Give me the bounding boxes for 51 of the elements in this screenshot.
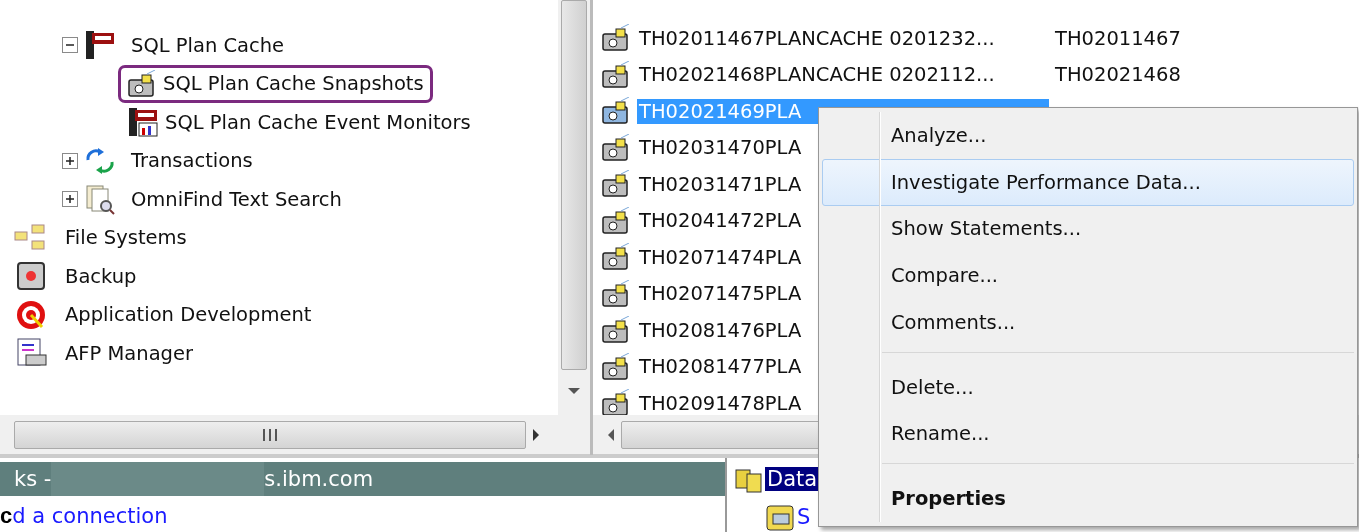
grip-icon bbox=[262, 428, 278, 441]
table-cell: TH02011467 bbox=[1055, 26, 1181, 50]
vertical-scrollbar[interactable] bbox=[558, 0, 590, 415]
camera-icon bbox=[601, 243, 631, 272]
down-arrow-icon[interactable] bbox=[567, 387, 581, 395]
cycle-arrows-icon bbox=[84, 145, 116, 176]
camera-icon bbox=[601, 316, 631, 345]
left-arrow-icon[interactable] bbox=[607, 427, 615, 442]
menu-item[interactable]: Comments... bbox=[822, 299, 1354, 346]
cut-letter: c bbox=[0, 503, 13, 529]
highlighted-tree-item[interactable]: SQL Plan Cache Snapshots bbox=[118, 64, 433, 103]
camera-icon bbox=[127, 69, 157, 98]
tree-item[interactable]: Backup bbox=[56, 259, 146, 293]
camera-icon bbox=[601, 352, 631, 381]
menu-item[interactable]: Compare... bbox=[822, 252, 1354, 300]
camera-icon bbox=[601, 389, 631, 415]
menu-item[interactable]: Rename... bbox=[822, 410, 1354, 458]
snapshot-name[interactable]: TH02021468PLANCACHE 0202112... bbox=[637, 62, 1049, 88]
camera-icon bbox=[601, 97, 631, 126]
menu-item[interactable]: Analyze... bbox=[822, 112, 1354, 159]
tree-item[interactable]: AFP Manager bbox=[56, 336, 202, 370]
camera-icon bbox=[601, 279, 631, 308]
menu-item[interactable]: Show Statements... bbox=[822, 205, 1354, 253]
tree-item[interactable]: Transactions bbox=[122, 144, 262, 178]
camera-icon bbox=[601, 60, 631, 89]
connection-link[interactable]: d a connection bbox=[12, 504, 168, 528]
camera-icon bbox=[601, 133, 631, 162]
horizontal-scrollbar[interactable] bbox=[0, 415, 590, 455]
tree-item[interactable]: SQL Plan Cache Event Monitors bbox=[118, 101, 480, 144]
snapshot-name[interactable]: TH02011467PLANCACHE 0201232... bbox=[637, 25, 1049, 51]
expand-icon[interactable] bbox=[62, 152, 78, 169]
camera-icon bbox=[601, 206, 631, 235]
panel-title: s.ibm.com bbox=[264, 467, 374, 491]
collapse-icon[interactable] bbox=[62, 37, 78, 54]
tree-link[interactable]: S bbox=[797, 505, 811, 529]
camera-icon bbox=[601, 170, 631, 199]
right-arrow-icon[interactable] bbox=[532, 427, 540, 442]
menu-item[interactable]: Properties bbox=[822, 475, 1354, 522]
table-cell: TH02021468 bbox=[1055, 63, 1181, 87]
tree-item[interactable]: OmniFind Text Search bbox=[122, 182, 351, 216]
camera-icon bbox=[601, 24, 631, 53]
panel-title: ks - bbox=[14, 467, 52, 491]
menu-item[interactable]: Investigate Performance Data... bbox=[822, 158, 1354, 206]
tree-item[interactable]: Data bbox=[765, 467, 820, 491]
tree-item[interactable]: SQL Plan Cache bbox=[122, 28, 294, 62]
menu-item[interactable]: Delete... bbox=[822, 363, 1354, 411]
expand-icon[interactable] bbox=[62, 191, 78, 208]
tree-item[interactable]: Application Development bbox=[56, 298, 321, 332]
tree-item[interactable]: File Systems bbox=[56, 221, 196, 255]
document-search-icon bbox=[84, 183, 116, 216]
folder-icon bbox=[765, 502, 797, 532]
